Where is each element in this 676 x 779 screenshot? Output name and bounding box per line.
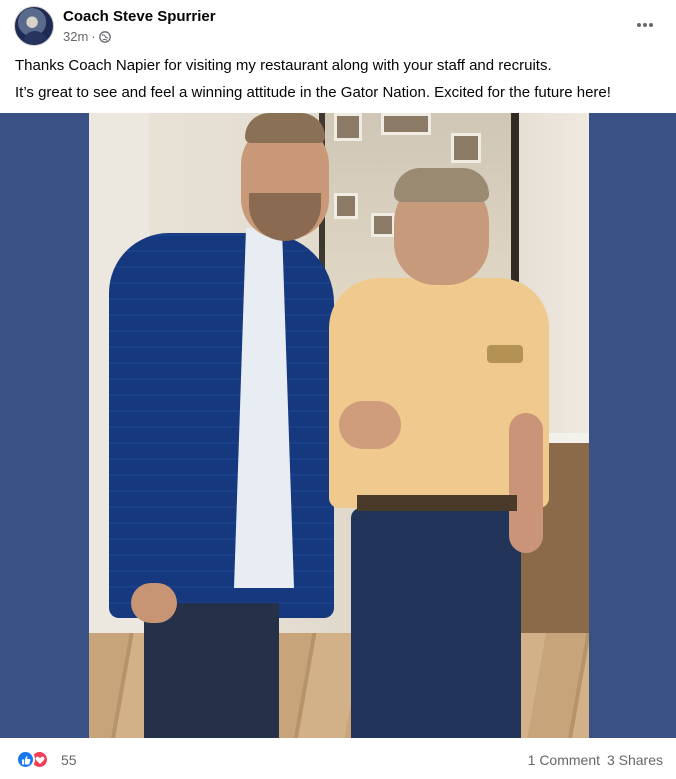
more-options-button[interactable] xyxy=(630,10,660,40)
post-message: Thanks Coach Napier for visiting my rest… xyxy=(15,56,665,110)
person-left-jacket xyxy=(109,233,334,618)
reaction-icons[interactable] xyxy=(16,750,56,770)
person-right-belt xyxy=(357,495,517,511)
meta-separator: · xyxy=(91,29,96,44)
comments-count-link[interactable]: 1 Comment xyxy=(528,752,600,768)
author-name[interactable]: Coach Steve Spurrier xyxy=(63,8,216,25)
more-horizontal-icon xyxy=(637,23,653,27)
post-meta: 32m · xyxy=(63,29,111,44)
person-left-hand xyxy=(131,583,177,623)
person-left-hair xyxy=(245,113,325,143)
post-header: Coach Steve Spurrier 32m · xyxy=(0,0,676,52)
photo-wall-frame xyxy=(451,133,481,163)
shares-count-link[interactable]: 3 Shares xyxy=(607,752,663,768)
person-right-pants xyxy=(351,508,521,738)
post-line-2: It’s great to see and feel a winning att… xyxy=(15,84,611,101)
globe-icon[interactable] xyxy=(98,30,111,43)
shirt-logo xyxy=(487,345,523,363)
reaction-count[interactable]: 55 xyxy=(61,752,77,768)
post-time[interactable]: 32m xyxy=(63,29,88,44)
person-right-arm xyxy=(509,413,543,553)
person-right-hair xyxy=(394,168,489,202)
photo-wall-frame xyxy=(371,213,395,237)
post-photo-frame[interactable] xyxy=(0,113,676,738)
author-avatar[interactable] xyxy=(14,6,54,46)
photo-wall-frame xyxy=(381,113,431,135)
photo-wall-frame xyxy=(334,193,358,219)
person-right-hand xyxy=(339,401,401,449)
like-icon xyxy=(16,750,35,769)
post-line-1: Thanks Coach Napier for visiting my rest… xyxy=(15,57,552,74)
post-photo[interactable] xyxy=(89,113,589,738)
person-left-pants xyxy=(144,603,279,738)
photo-wall-frame xyxy=(334,113,362,141)
engagement-bar: 55 1 Comment 3 Shares xyxy=(0,738,676,779)
